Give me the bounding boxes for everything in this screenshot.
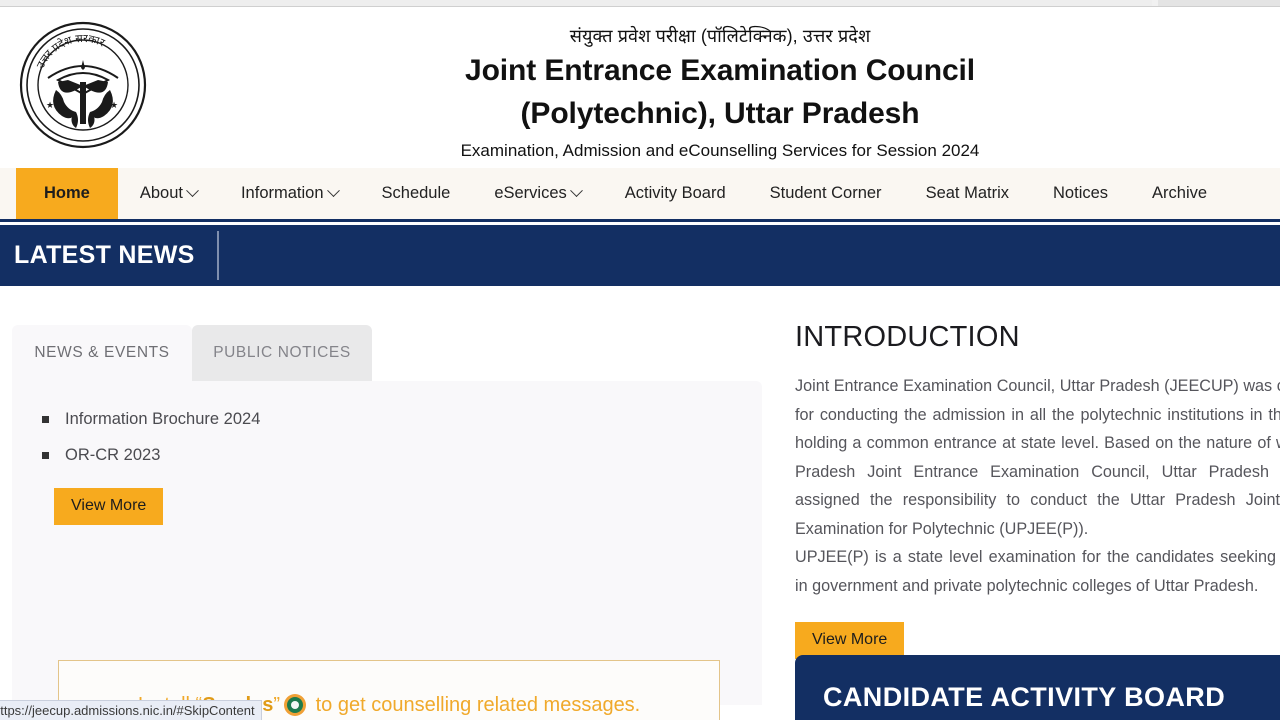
title-line-2: (Polytechnic), Uttar Pradesh — [520, 97, 920, 130]
page-root: ★ ★ उत्तर प्रदेश सरकार संयुक्त प्रवेश पर… — [0, 0, 1280, 720]
title-hindi: संयुक्त प्रवेश परीक्षा (पॉलिटेक्निक), उत… — [569, 26, 871, 46]
nav-item-label: Information — [240, 184, 324, 202]
nav-item-label: Home — [44, 184, 90, 202]
nav-item-label: Schedule — [381, 184, 451, 202]
nav-item-label: eServices — [494, 184, 567, 202]
news-events-card: NEWS & EVENTS PUBLIC NOTICES Information… — [12, 323, 762, 720]
tab-public-notices-label: PUBLIC NOTICES — [213, 344, 351, 361]
news-list-item-label: Information Brochure 2024 — [65, 410, 261, 428]
introduction-view-more-button[interactable]: View More — [795, 622, 905, 659]
chevron-down-icon — [326, 184, 340, 198]
news-list-item[interactable]: OR-CR 2023 — [42, 437, 762, 473]
nav-item-label: Notices — [1053, 184, 1109, 202]
news-panel-tabs: NEWS & EVENTS PUBLIC NOTICES — [12, 323, 762, 381]
tab-public-notices[interactable]: PUBLIC NOTICES — [192, 325, 372, 381]
nav-item-label: Activity Board — [624, 184, 726, 202]
candidate-activity-board-panel[interactable]: CANDIDATE ACTIVITY BOARD — [795, 655, 1280, 720]
masthead-subtitle: Examination, Admission and eCounselling … — [460, 141, 980, 160]
nav-item-label: Student Corner — [769, 184, 882, 202]
sandes-app-icon — [284, 693, 307, 716]
nav-item-notices[interactable]: Notices — [1031, 168, 1130, 219]
latest-news-label: LATEST NEWS — [14, 241, 195, 269]
browser-chrome-strip — [0, 0, 1280, 7]
latest-news-strip: LATEST NEWS — [0, 225, 1280, 286]
chrome-segment-left — [0, 0, 1152, 6]
nav-item-schedule[interactable]: Schedule — [360, 168, 473, 219]
nav-item-information[interactable]: Information — [219, 168, 360, 219]
svg-text:★: ★ — [110, 100, 118, 110]
chevron-down-icon — [186, 184, 199, 198]
title-line-1: Joint Entrance Examination Council — [464, 54, 975, 87]
nav-item-student-corner[interactable]: Student Corner — [748, 168, 904, 219]
browser-status-bar: https://jeecup.admissions.nic.in/#SkipCo… — [0, 700, 262, 720]
nav-item-label: Archive — [1152, 184, 1208, 202]
news-view-more-button[interactable]: View More — [54, 488, 164, 525]
latest-news-ticker[interactable] — [219, 225, 1280, 286]
introduction-paragraph-2: UPJEE(P) is a state level examination fo… — [795, 548, 1280, 595]
nav-item-seat-matrix[interactable]: Seat Matrix — [904, 168, 1031, 219]
news-list-item[interactable]: Information Brochure 2024 — [42, 401, 762, 437]
chrome-segment-right — [1158, 0, 1280, 6]
sandes-quote-close: ” — [273, 693, 281, 716]
news-panel-body: Information Brochure 2024 OR-CR 2023 View… — [12, 381, 762, 720]
nav-item-archive[interactable]: Archive — [1130, 168, 1229, 219]
up-government-emblem-icon: ★ ★ उत्तर प्रदेश सरकार — [18, 20, 148, 150]
tab-news-and-events-label: NEWS & EVENTS — [34, 344, 170, 361]
masthead-title-block: संयुक्त प्रवेश परीक्षा (पॉलिटेक्निक), उत… — [170, 23, 1270, 165]
nav-item-eservices[interactable]: eServices — [472, 168, 602, 219]
status-bar-url: https://jeecup.admissions.nic.in/#SkipCo… — [0, 703, 255, 718]
nav-item-activity-board[interactable]: Activity Board — [603, 168, 748, 219]
news-list-item-label: OR-CR 2023 — [65, 446, 161, 464]
svg-text:★: ★ — [46, 100, 54, 110]
introduction-section: INTRODUCTION Joint Entrance Examination … — [795, 318, 1280, 659]
site-masthead: ★ ★ उत्तर प्रदेश सरकार संयुक्त प्रवेश पर… — [0, 7, 1280, 168]
candidate-activity-board-title: CANDIDATE ACTIVITY BOARD — [823, 682, 1226, 712]
tab-news-and-events[interactable]: NEWS & EVENTS — [12, 325, 192, 381]
introduction-paragraph-1: Joint Entrance Examination Council, Utta… — [795, 377, 1280, 538]
nav-item-about[interactable]: About — [118, 168, 219, 219]
primary-navigation: Home About Information Schedule eServices Act… — [0, 168, 1280, 222]
nav-item-home[interactable]: Home — [16, 168, 118, 219]
nav-item-label: About — [139, 184, 183, 202]
nav-item-label: Seat Matrix — [925, 184, 1010, 202]
chevron-down-icon — [569, 184, 583, 198]
news-list: Information Brochure 2024 OR-CR 2023 — [12, 381, 762, 473]
introduction-title: INTRODUCTION — [795, 321, 1020, 353]
sandes-suffix: to get counselling related messages. — [310, 693, 641, 716]
